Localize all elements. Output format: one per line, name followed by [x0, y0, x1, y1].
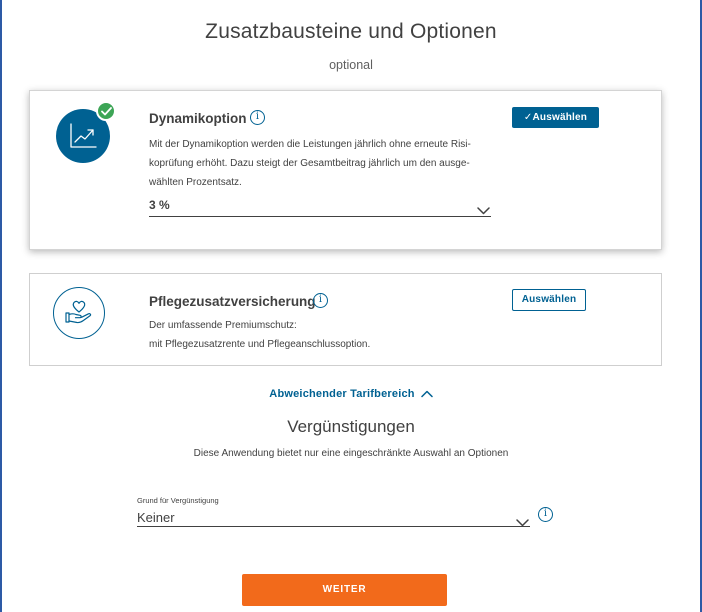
discount-reason-select[interactable]: Keiner [137, 508, 530, 527]
section-title: Vergünstigungen [287, 417, 415, 436]
tarif-toggle-link[interactable]: Abweichender Tarifbereich [0, 388, 702, 401]
page-subtitle: optional [329, 58, 373, 72]
info-icon[interactable]: i [250, 110, 265, 125]
discount-reason-label: Grund für Vergünstigung [137, 496, 219, 505]
select-value: Keiner [137, 510, 175, 525]
option-title: Pflegezusatzversicherung [149, 294, 316, 309]
dynamik-percentage-select[interactable]: 3 % [149, 195, 491, 217]
info-icon[interactable]: i [313, 293, 328, 308]
select-dynamikoption-button[interactable]: ✓Auswählen [512, 107, 599, 128]
select-pflegezusatzversicherung-button[interactable]: Auswählen [512, 289, 586, 311]
check-icon [96, 101, 116, 121]
select-value: 3 % [149, 198, 170, 212]
next-button[interactable]: WEITER [242, 574, 447, 606]
chevron-down-icon [477, 202, 490, 220]
option-title: Dynamikoption [149, 111, 247, 126]
info-icon[interactable]: i [538, 507, 553, 522]
option-description: Mit der Dynamikoption werden die Leistun… [149, 139, 471, 188]
option-card-pflegezusatzversicherung: Pflegezusatzversicherung i Der umfassend… [29, 273, 662, 366]
option-card-dynamikoption: Dynamikoption i Mit der Dynamikoption we… [29, 90, 662, 250]
chevron-down-icon [516, 514, 529, 532]
section-description: Diese Anwendung bietet nur eine eingesch… [193, 448, 509, 459]
page-title: Zusatzbausteine und Optionen [205, 20, 497, 43]
chevron-up-icon [420, 389, 433, 401]
hand-heart-icon [53, 287, 105, 339]
option-description: Der umfassende Premiumschutz: mit Pflege… [149, 320, 371, 350]
